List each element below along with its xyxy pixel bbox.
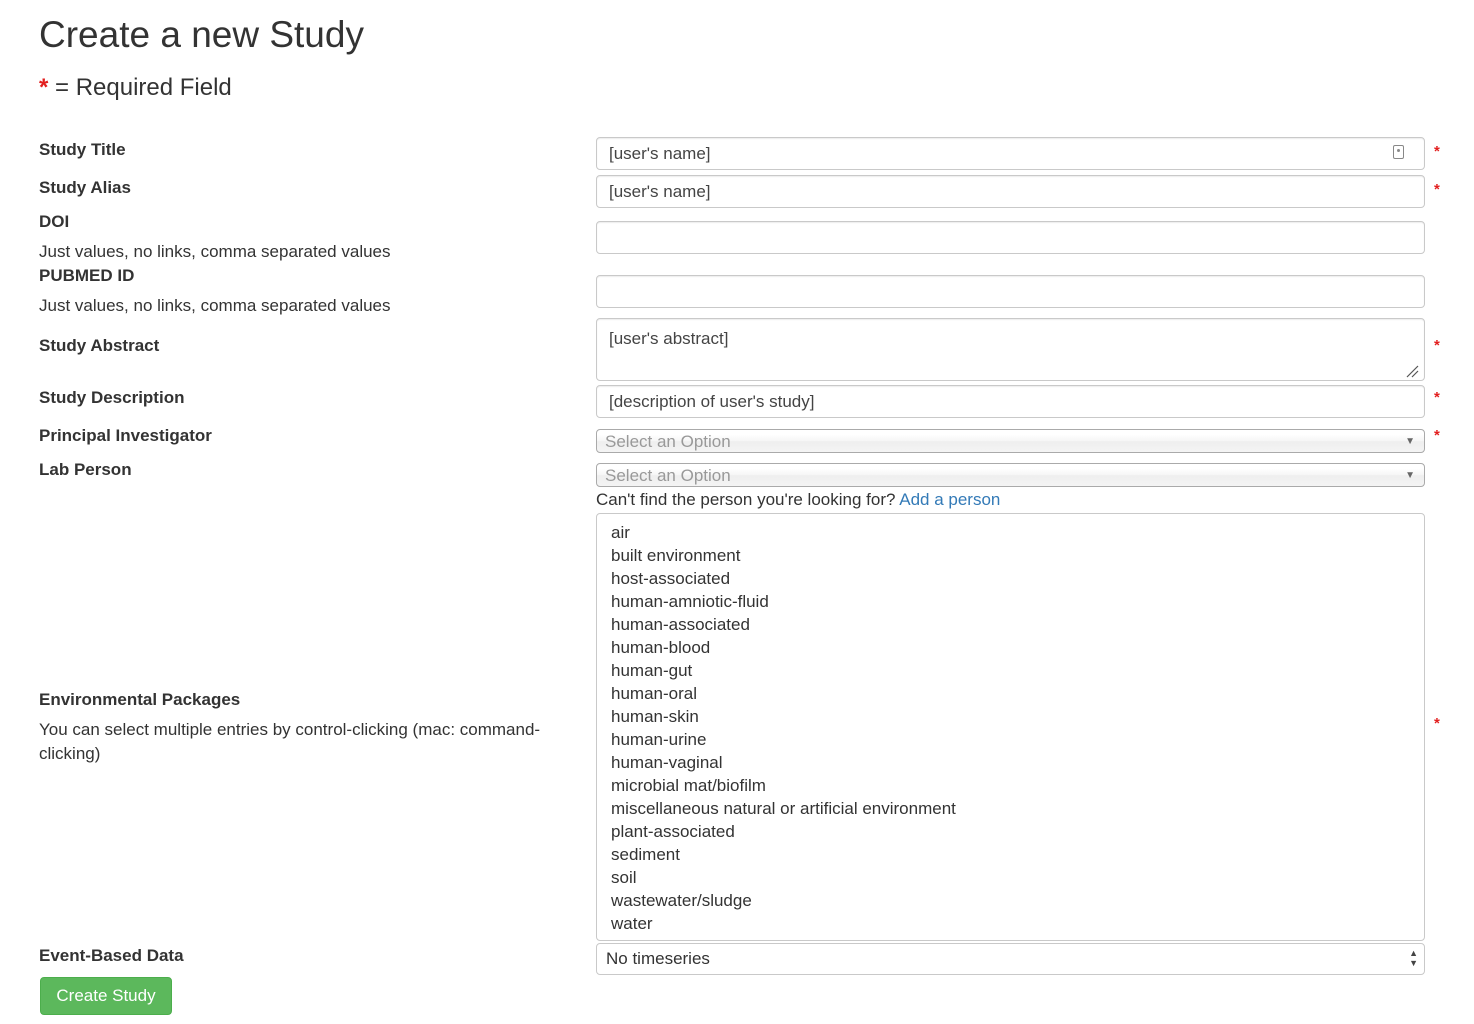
lab-person-placeholder: Select an Option bbox=[605, 466, 731, 485]
study-description-required-star: * bbox=[1434, 389, 1440, 406]
study-title-required-star: * bbox=[1434, 143, 1440, 160]
dropdown-arrow-icon: ▼ bbox=[1405, 470, 1415, 481]
principal-investigator-placeholder: Select an Option bbox=[605, 432, 731, 451]
list-item[interactable]: wastewater/sludge bbox=[597, 889, 1424, 912]
page-title: Create a new Study bbox=[39, 14, 364, 55]
add-person-link[interactable]: Add a person bbox=[899, 490, 1000, 509]
doi-label: DOI bbox=[39, 212, 70, 231]
event-based-data-select[interactable]: No timeseries ▲ ▼ bbox=[596, 943, 1425, 975]
environmental-packages-listbox[interactable]: air built environment host-associated hu… bbox=[596, 513, 1425, 941]
lab-person-select[interactable]: Select an Option ▼ bbox=[596, 463, 1425, 487]
principal-investigator-label: Principal Investigator bbox=[39, 426, 212, 445]
list-item[interactable]: human-gut bbox=[597, 659, 1424, 682]
event-based-data-value: No timeseries bbox=[606, 949, 710, 968]
list-item[interactable]: human-oral bbox=[597, 682, 1424, 705]
list-item[interactable]: human-amniotic-fluid bbox=[597, 590, 1424, 613]
study-alias-required-star: * bbox=[1434, 181, 1440, 198]
list-item[interactable]: miscellaneous natural or artificial envi… bbox=[597, 797, 1424, 820]
updown-arrows-icon: ▲ ▼ bbox=[1409, 948, 1418, 968]
environmental-packages-required-star: * bbox=[1434, 715, 1440, 732]
create-study-button[interactable]: Create Study bbox=[40, 977, 172, 1015]
pubmed-id-help-text: Just values, no links, comma separated v… bbox=[39, 296, 391, 315]
person-lookup-text: Can't find the person you're looking for… bbox=[596, 490, 896, 509]
list-item[interactable]: air bbox=[597, 521, 1424, 544]
contact-card-icon[interactable] bbox=[1393, 145, 1404, 159]
list-item[interactable]: microbial mat/biofilm bbox=[597, 774, 1424, 797]
pubmed-id-label: PUBMED ID bbox=[39, 266, 135, 285]
study-description-input[interactable] bbox=[596, 385, 1425, 418]
dropdown-arrow-icon: ▼ bbox=[1405, 436, 1415, 447]
study-title-label: Study Title bbox=[39, 140, 126, 159]
list-item[interactable]: water bbox=[597, 912, 1424, 935]
list-item[interactable]: human-skin bbox=[597, 705, 1424, 728]
required-field-note: * = Required Field bbox=[39, 72, 232, 104]
list-item[interactable]: built environment bbox=[597, 544, 1424, 567]
list-item[interactable]: human-associated bbox=[597, 613, 1424, 636]
principal-investigator-select[interactable]: Select an Option ▼ bbox=[596, 429, 1425, 453]
study-abstract-textarea[interactable]: [user's abstract] bbox=[596, 318, 1425, 381]
list-item[interactable]: soil bbox=[597, 866, 1424, 889]
required-star: * bbox=[39, 74, 49, 101]
principal-investigator-required-star: * bbox=[1434, 427, 1440, 444]
doi-input[interactable] bbox=[596, 221, 1425, 254]
resize-grip-icon[interactable] bbox=[1405, 364, 1419, 378]
study-abstract-label: Study Abstract bbox=[39, 336, 160, 355]
list-item[interactable]: human-urine bbox=[597, 728, 1424, 751]
study-title-input[interactable] bbox=[596, 137, 1425, 170]
doi-help-text: Just values, no links, comma separated v… bbox=[39, 242, 391, 261]
list-item[interactable]: human-blood bbox=[597, 636, 1424, 659]
lab-person-label: Lab Person bbox=[39, 460, 132, 479]
study-description-label: Study Description bbox=[39, 388, 185, 407]
environmental-packages-help-text: You can select multiple entries by contr… bbox=[39, 720, 541, 763]
person-lookup-hint: Can't find the person you're looking for… bbox=[596, 489, 1000, 511]
list-item[interactable]: sediment bbox=[597, 843, 1424, 866]
study-alias-label: Study Alias bbox=[39, 178, 131, 197]
pubmed-id-input[interactable] bbox=[596, 275, 1425, 308]
required-note-text: = Required Field bbox=[55, 74, 232, 101]
event-based-data-label: Event-Based Data bbox=[39, 946, 184, 965]
list-item[interactable]: human-vaginal bbox=[597, 751, 1424, 774]
environmental-packages-label: Environmental Packages bbox=[39, 690, 241, 709]
list-item[interactable]: host-associated bbox=[597, 567, 1424, 590]
list-item[interactable]: plant-associated bbox=[597, 820, 1424, 843]
study-alias-input[interactable] bbox=[596, 175, 1425, 208]
study-abstract-required-star: * bbox=[1434, 337, 1440, 354]
